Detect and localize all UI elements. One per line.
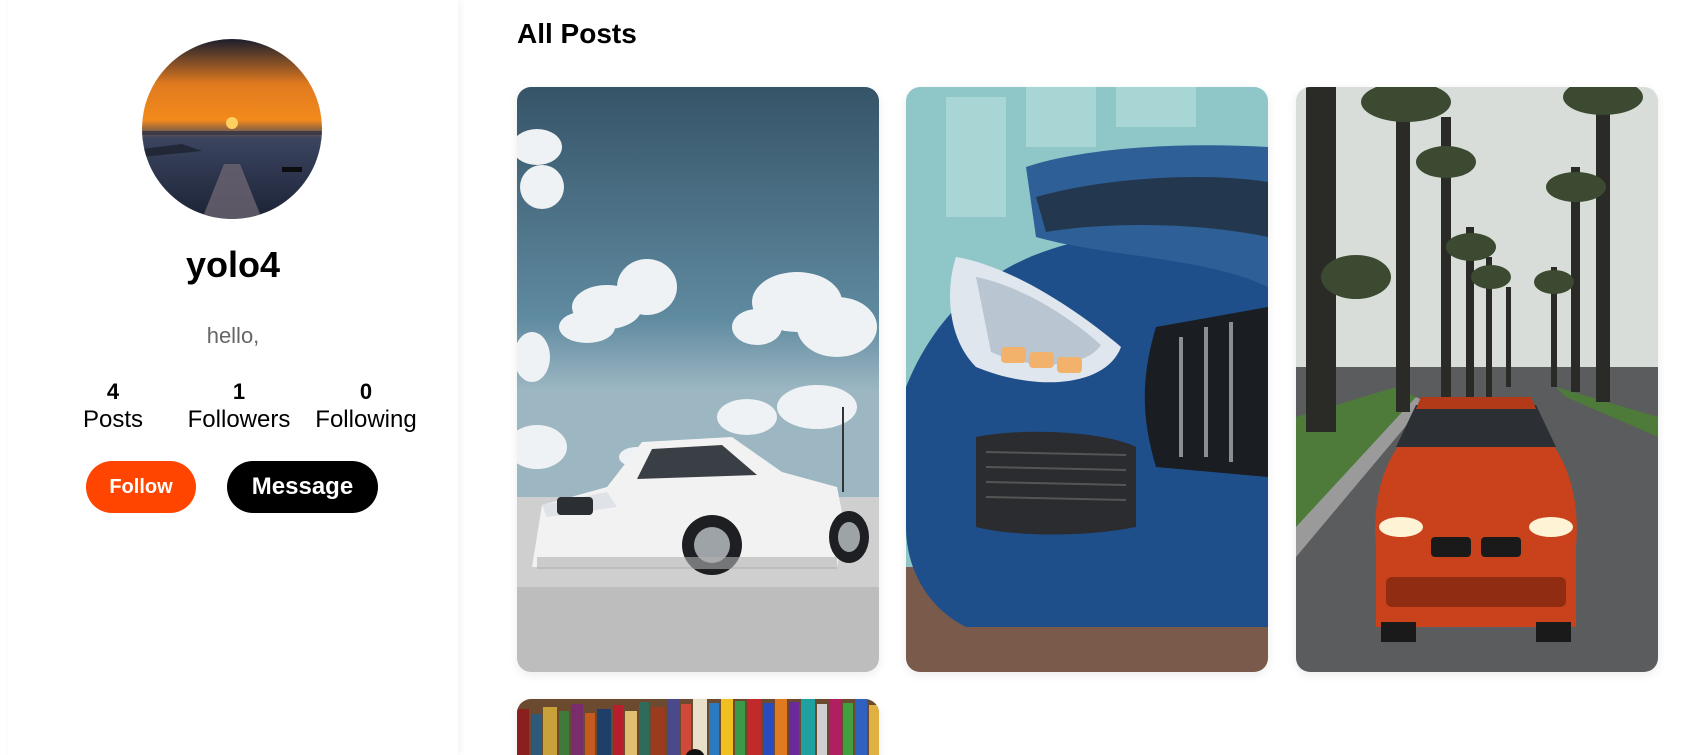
post-card[interactable] xyxy=(517,87,879,672)
orange-car-palm-street-image xyxy=(1296,87,1658,672)
profile-card: yolo4 hello, 4 Posts 1 Followers 0 Follo… xyxy=(8,0,458,755)
bio-text: hello, xyxy=(206,323,260,348)
stat-following-value: 0 xyxy=(359,379,373,404)
follow-button[interactable]: Follow xyxy=(86,461,196,513)
stat-posts-label: Posts xyxy=(82,406,144,433)
stat-followers-value: 1 xyxy=(232,379,246,404)
stat-followers-label: Followers xyxy=(187,406,291,433)
white-coupe-image xyxy=(517,87,879,672)
profile-page: yolo4 hello, 4 Posts 1 Followers 0 Follo… xyxy=(0,0,1700,755)
posts-section-title: All Posts xyxy=(517,18,637,49)
username: yolo4 xyxy=(185,244,281,285)
stat-following-label: Following xyxy=(315,406,417,433)
avatar[interactable] xyxy=(142,39,322,219)
stat-following[interactable]: 0 Following xyxy=(296,379,436,435)
sunset-avatar-icon xyxy=(142,39,322,219)
bookshelf-image xyxy=(517,699,879,755)
post-card[interactable] xyxy=(906,87,1268,672)
post-card[interactable] xyxy=(1296,87,1658,672)
post-card[interactable] xyxy=(517,699,879,755)
blue-sports-car-image xyxy=(906,87,1268,672)
stat-posts[interactable]: 4 Posts xyxy=(43,379,183,435)
message-button[interactable]: Message xyxy=(227,461,378,513)
stat-posts-value: 4 xyxy=(106,379,120,404)
stat-followers[interactable]: 1 Followers xyxy=(169,379,309,435)
profile-stats: 4 Posts 1 Followers 0 Following xyxy=(8,379,458,439)
